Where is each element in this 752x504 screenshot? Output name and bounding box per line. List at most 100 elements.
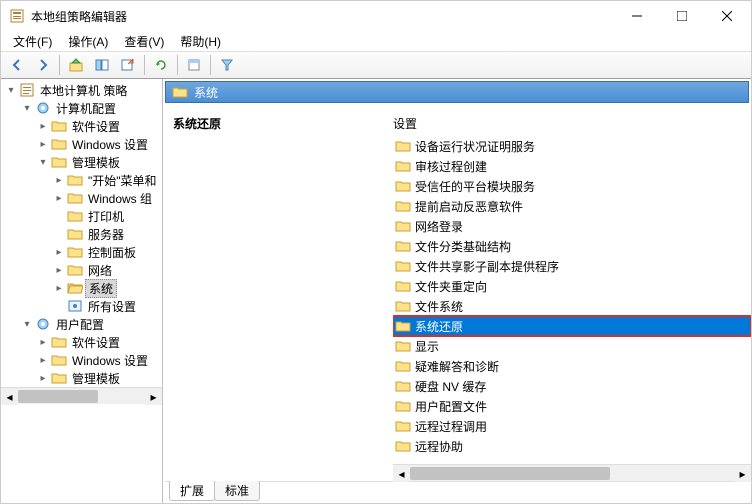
list-horizontal-scrollbar[interactable]: ◂ ▸ <box>393 464 751 481</box>
tree-item-t_server[interactable]: 服务器 <box>1 225 162 243</box>
folder-icon <box>67 208 83 224</box>
list-item-label: 文件夹重定向 <box>415 278 487 295</box>
tree-item-root[interactable]: ▾本地计算机 策略 <box>1 81 162 99</box>
list-item[interactable]: 系统还原 <box>393 316 751 336</box>
list-item[interactable]: 远程协助 <box>393 436 751 456</box>
refresh-button[interactable] <box>149 53 173 77</box>
gear-icon <box>35 316 51 332</box>
tree-item-c_soft[interactable]: ▸软件设置 <box>1 117 162 135</box>
expand-icon[interactable]: ▾ <box>37 156 49 168</box>
properties-button[interactable] <box>182 53 206 77</box>
tree-item-label: 系统 <box>85 279 117 298</box>
list-item[interactable]: 远程过程调用 <box>393 416 751 436</box>
menu-file[interactable]: 文件(F) <box>5 31 60 52</box>
folder-icon <box>67 262 83 278</box>
list-item[interactable]: 用户配置文件 <box>393 396 751 416</box>
folder-icon <box>395 378 411 394</box>
folderopen-icon <box>67 280 83 296</box>
content-pane: 系统 系统还原 设置 设备运行状况证明服务审核过程创建受信任的平台模块服务提前启… <box>163 79 751 503</box>
tree-item-u_tmpl[interactable]: ▸管理模板 <box>1 369 162 387</box>
list-header[interactable]: 设置 <box>393 109 751 136</box>
list-item-label: 文件共享影子副本提供程序 <box>415 258 559 275</box>
list-item[interactable]: 文件分类基础结构 <box>393 236 751 256</box>
list-item[interactable]: 显示 <box>393 336 751 356</box>
menu-help[interactable]: 帮助(H) <box>172 31 229 52</box>
tree-item-label: Windows 设置 <box>69 352 151 369</box>
toolbar-separator <box>210 55 211 75</box>
expand-icon[interactable]: ▾ <box>5 84 17 96</box>
scroll-left-icon[interactable]: ◂ <box>1 388 18 405</box>
tree-item-computer[interactable]: ▾ 计算机配置 <box>1 99 162 117</box>
forward-button[interactable] <box>31 53 55 77</box>
up-button[interactable] <box>64 53 88 77</box>
back-button[interactable] <box>5 53 29 77</box>
tree-item-t_sys[interactable]: ▸ 系统 <box>1 279 162 297</box>
tree-item-u_soft[interactable]: ▸软件设置 <box>1 333 162 351</box>
folder-icon <box>395 198 411 214</box>
list-body[interactable]: 设备运行状况证明服务审核过程创建受信任的平台模块服务提前启动反恶意软件网络登录文… <box>393 136 751 464</box>
tree-item-t_net[interactable]: ▸网络 <box>1 261 162 279</box>
content-main: 系统还原 设置 设备运行状况证明服务审核过程创建受信任的平台模块服务提前启动反恶… <box>163 105 751 481</box>
folder-icon <box>51 154 67 170</box>
content-tabs: 扩展 标准 <box>165 481 749 501</box>
tree-item-label: Windows 设置 <box>69 136 151 153</box>
list-item[interactable]: 审核过程创建 <box>393 156 751 176</box>
expand-icon[interactable]: ▾ <box>21 318 33 330</box>
tree-item-t_wincomp[interactable]: ▸Windows 组 <box>1 189 162 207</box>
list-item[interactable]: 文件共享影子副本提供程序 <box>393 256 751 276</box>
list-item-label: 受信任的平台模块服务 <box>415 178 535 195</box>
tree-item-u_win[interactable]: ▸ Windows 设置 <box>1 351 162 369</box>
list-item[interactable]: 文件系统 <box>393 296 751 316</box>
titlebar: 本地组策略编辑器 <box>1 1 751 31</box>
list-item[interactable]: 文件夹重定向 <box>393 276 751 296</box>
tree-item-c_win[interactable]: ▸ Windows 设置 <box>1 135 162 153</box>
scroll-left-icon[interactable]: ◂ <box>393 465 410 482</box>
expand-icon[interactable]: ▸ <box>53 282 65 294</box>
list-item[interactable]: 网络登录 <box>393 216 751 236</box>
filter-button[interactable] <box>215 53 239 77</box>
expand-icon[interactable]: ▸ <box>37 354 49 366</box>
scroll-right-icon[interactable]: ▸ <box>145 388 162 405</box>
tree-item-t_all[interactable]: 所有设置 <box>1 297 162 315</box>
expand-icon[interactable]: ▸ <box>37 138 49 150</box>
window-controls <box>614 2 749 30</box>
close-button[interactable] <box>704 2 749 30</box>
list-item[interactable]: 提前启动反恶意软件 <box>393 196 751 216</box>
list-item[interactable]: 硬盘 NV 缓存 <box>393 376 751 396</box>
expand-icon[interactable]: ▸ <box>53 174 65 186</box>
folder-icon <box>51 352 67 368</box>
tree-pane[interactable]: ▾本地计算机 策略▾计算机配置▸软件设置▸Windows 设置▾管理模板▸"开始… <box>1 79 163 503</box>
expand-icon[interactable]: ▾ <box>21 102 33 114</box>
expand-icon[interactable]: ▸ <box>37 120 49 132</box>
list-item-label: 远程协助 <box>415 438 463 455</box>
tree-item-label: 计算机配置 <box>53 100 119 117</box>
expand-icon[interactable]: ▸ <box>53 246 65 258</box>
tree-item-label: 管理模板 <box>69 154 123 171</box>
list-item[interactable]: 设备运行状况证明服务 <box>393 136 751 156</box>
maximize-button[interactable] <box>659 2 704 30</box>
tree-horizontal-scrollbar[interactable]: ◂ ▸ <box>1 387 162 404</box>
tab-extended[interactable]: 扩展 <box>169 481 215 501</box>
list-item[interactable]: 受信任的平台模块服务 <box>393 176 751 196</box>
tree-item-t_printer[interactable]: 打印机 <box>1 207 162 225</box>
expand-icon[interactable]: ▸ <box>53 264 65 276</box>
expand-icon[interactable]: ▸ <box>37 336 49 348</box>
tree-item-label: 所有设置 <box>85 298 139 315</box>
show-hide-tree-button[interactable] <box>90 53 114 77</box>
folder-icon <box>395 158 411 174</box>
body: ▾本地计算机 策略▾计算机配置▸软件设置▸Windows 设置▾管理模板▸"开始… <box>1 79 751 503</box>
tab-standard[interactable]: 标准 <box>214 481 260 501</box>
expand-icon[interactable]: ▸ <box>37 372 49 384</box>
menu-view[interactable]: 查看(V) <box>116 31 172 52</box>
tree-item-user[interactable]: ▾用户配置 <box>1 315 162 333</box>
export-button[interactable] <box>116 53 140 77</box>
minimize-button[interactable] <box>614 2 659 30</box>
gear-icon <box>35 100 51 116</box>
list-item[interactable]: 疑难解答和诊断 <box>393 356 751 376</box>
expand-icon[interactable]: ▸ <box>53 192 65 204</box>
scroll-right-icon[interactable]: ▸ <box>734 465 751 482</box>
tree-item-c_tmpl[interactable]: ▾ 管理模板 <box>1 153 162 171</box>
menu-action[interactable]: 操作(A) <box>60 31 116 52</box>
tree-item-t_start[interactable]: ▸"开始"菜单和 <box>1 171 162 189</box>
tree-item-t_cp[interactable]: ▸控制面板 <box>1 243 162 261</box>
